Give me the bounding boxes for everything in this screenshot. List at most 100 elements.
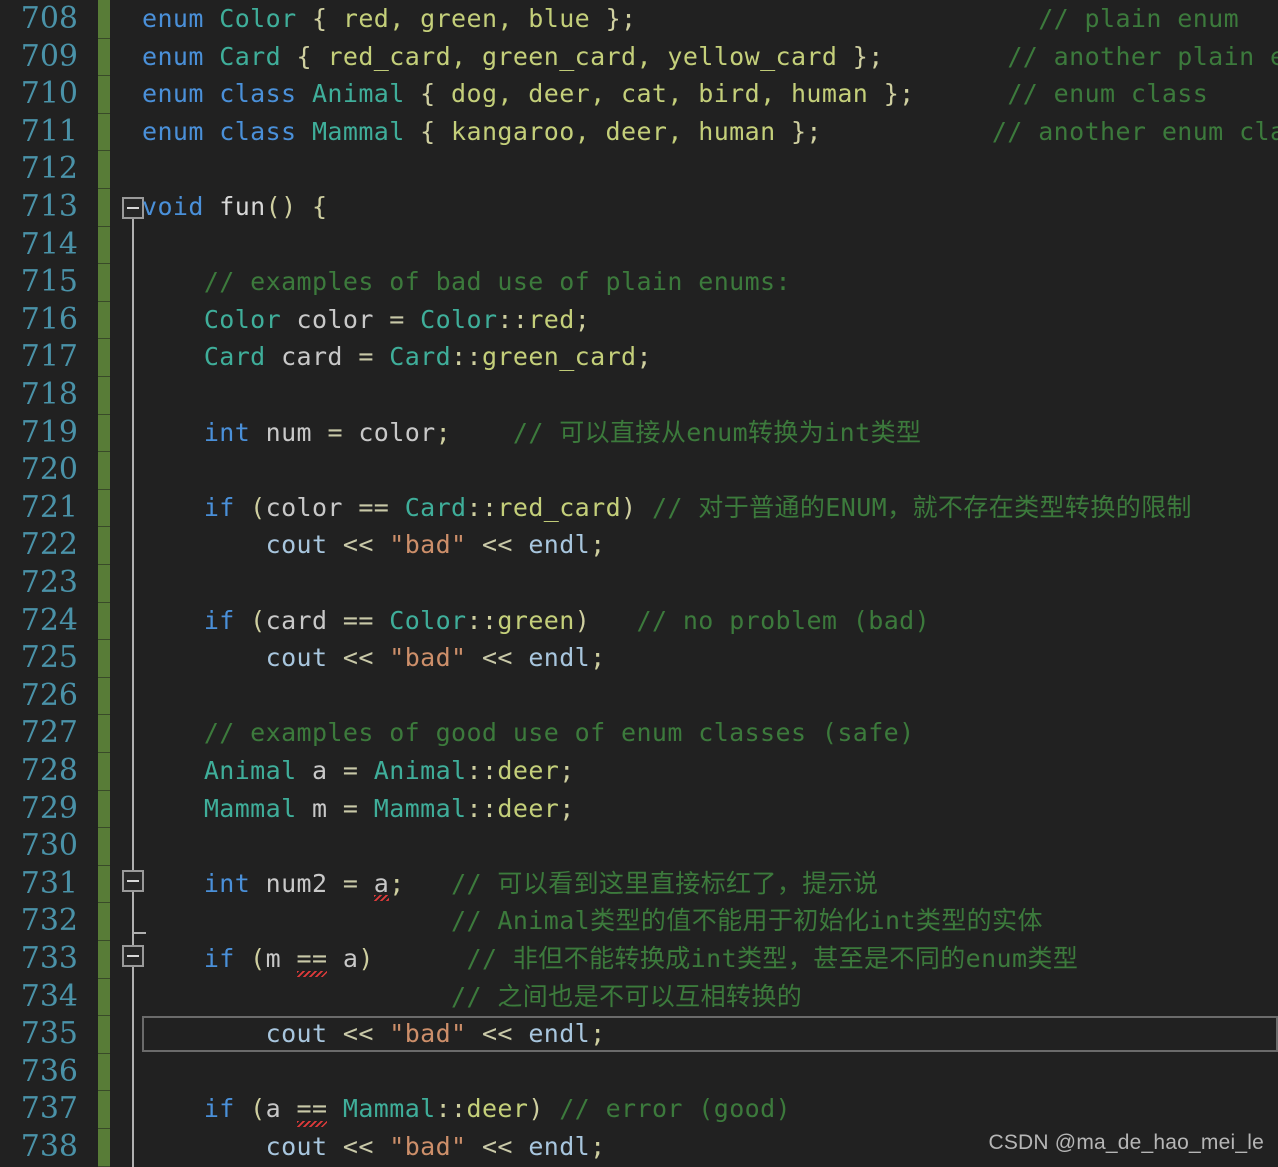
code-text[interactable]: // examples of good use of enum classes … bbox=[142, 714, 915, 752]
code-text[interactable]: enum Card { red_card, green_card, yellow… bbox=[142, 38, 1278, 76]
code-text[interactable]: cout << "bad" << endl; bbox=[142, 526, 606, 564]
code-token: = bbox=[358, 342, 390, 372]
line-number: 708 bbox=[20, 1, 78, 36]
code-token: // Animal类型的值不能用于初始化int类型的实体 bbox=[451, 906, 1043, 936]
code-token: << bbox=[342, 530, 390, 560]
code-line[interactable]: 725 cout << "bad" << endl; bbox=[0, 639, 1278, 677]
code-token: << bbox=[481, 1132, 529, 1161]
code-line[interactable]: 716 Color color = Color::red; bbox=[0, 301, 1278, 339]
line-number: 721 bbox=[20, 489, 78, 525]
code-token: :: bbox=[466, 756, 498, 785]
code-line[interactable]: 709 enum Card { red_card, green_card, yel… bbox=[0, 38, 1278, 76]
code-token: cout bbox=[265, 643, 343, 673]
code-line[interactable]: 710 enum class Animal { dog, deer, cat, b… bbox=[0, 75, 1278, 113]
code-text[interactable]: // Animal类型的值不能用于初始化int类型的实体 bbox=[142, 902, 1043, 940]
code-line[interactable]: 726 bbox=[0, 677, 1278, 715]
code-token: Card bbox=[404, 492, 467, 522]
line-number: 728 bbox=[20, 753, 78, 788]
code-token: dog, deer, cat, bird, human bbox=[451, 79, 884, 109]
code-line[interactable]: 708 enum Color { red, green, blue }; // p… bbox=[0, 0, 1278, 38]
code-line[interactable]: 723 bbox=[0, 564, 1278, 602]
line-number: 714 bbox=[20, 226, 78, 262]
code-token: = bbox=[327, 417, 359, 447]
code-line[interactable]: 724 if (card == Color::green) // no prob… bbox=[0, 602, 1278, 640]
code-text[interactable]: if (card == Color::green) // no problem … bbox=[142, 602, 930, 640]
line-number: 723 bbox=[20, 565, 78, 600]
code-line[interactable]: 728 Animal a = Animal::deer; bbox=[0, 752, 1278, 790]
code-line[interactable]: 717 Card card = Card::green_card; bbox=[0, 338, 1278, 376]
code-token: a bbox=[327, 944, 359, 973]
code-text[interactable]: // 之间也是不可以互相转换的 bbox=[142, 978, 802, 1016]
code-line[interactable]: 714 bbox=[0, 226, 1278, 264]
code-text[interactable]: Card card = Card::green_card; bbox=[142, 338, 652, 376]
code-line[interactable]: 719 int num = color; // 可以直接从enum转换为int类… bbox=[0, 414, 1278, 452]
code-line[interactable]: 713 void fun() { bbox=[0, 188, 1278, 226]
line-number: 719 bbox=[20, 414, 78, 450]
code-text[interactable]: cout << "bad" << endl; bbox=[142, 1128, 606, 1166]
code-line[interactable]: 730 bbox=[0, 827, 1278, 865]
code-text[interactable]: Mammal m = Mammal::deer; bbox=[142, 790, 575, 828]
code-text[interactable]: int num = color; // 可以直接从enum转换为int类型 bbox=[142, 414, 921, 452]
code-text[interactable]: enum Color { red, green, blue }; // plai… bbox=[142, 0, 1239, 38]
code-token: = bbox=[342, 793, 374, 823]
code-token: // plain enum bbox=[1038, 4, 1240, 33]
code-text[interactable]: if (a == Mammal::deer) // error (good) bbox=[142, 1090, 791, 1128]
code-line[interactable]: 715 // examples of bad use of plain enum… bbox=[0, 263, 1278, 301]
code-token: // error (good) bbox=[559, 1094, 792, 1124]
code-token: }; bbox=[605, 4, 637, 33]
code-token: ) bbox=[528, 1094, 560, 1124]
code-line[interactable]: 732 // Animal类型的值不能用于初始化int类型的实体 bbox=[0, 902, 1278, 940]
code-token: :: bbox=[451, 342, 482, 372]
code-line[interactable]: 729 Mammal m = Mammal::deer; bbox=[0, 790, 1278, 828]
csdn-watermark: CSDN @ma_de_hao_mei_le bbox=[988, 1131, 1264, 1154]
code-text[interactable]: // examples of bad use of plain enums: bbox=[142, 263, 791, 301]
code-token: ; bbox=[435, 417, 513, 447]
line-number: 713 bbox=[20, 189, 78, 224]
code-token: ; bbox=[636, 342, 652, 372]
code-token: ) bbox=[621, 492, 652, 522]
code-text[interactable]: void fun() { bbox=[142, 188, 327, 226]
code-line[interactable]: 731 int num2 = a; // 可以看到这里直接标红了，提示说 bbox=[0, 865, 1278, 903]
code-token: :: bbox=[466, 793, 498, 823]
code-token: Color bbox=[203, 304, 297, 334]
code-text[interactable]: if (color == Card::red_card) // 对于普通的ENU… bbox=[142, 489, 1192, 527]
code-line[interactable]: 718 bbox=[0, 376, 1278, 414]
code-token: }; bbox=[790, 116, 822, 146]
code-text[interactable]: if (m == a) // 非但不能转换成int类型，甚至是不同的enum类型 bbox=[142, 940, 1078, 978]
code-token: enum class bbox=[142, 79, 312, 109]
code-line[interactable]: 712 bbox=[0, 150, 1278, 188]
code-token: ; bbox=[574, 304, 591, 334]
code-token: { bbox=[296, 41, 328, 71]
code-token: num2 bbox=[265, 868, 343, 898]
code-text[interactable]: cout << "bad" << endl; bbox=[142, 639, 606, 677]
code-token: // examples of good use of enum classes … bbox=[203, 718, 915, 748]
code-token: // another enum class bbox=[991, 116, 1278, 146]
code-line[interactable]: 727 // examples of good use of enum clas… bbox=[0, 714, 1278, 752]
code-line[interactable]: 711 enum class Mammal { kangaroo, deer, h… bbox=[0, 113, 1278, 151]
code-text[interactable]: enum class Animal { dog, deer, cat, bird… bbox=[142, 75, 1208, 113]
code-text[interactable]: Color color = Color::red; bbox=[142, 301, 590, 339]
code-line[interactable]: 720 bbox=[0, 451, 1278, 489]
code-line[interactable]: 735 cout << "bad" << endl; bbox=[0, 1015, 1278, 1053]
code-text[interactable]: Animal a = Animal::deer; bbox=[142, 752, 575, 790]
code-editor[interactable]: 708 enum Color { red, green, blue }; // p… bbox=[0, 0, 1278, 1167]
code-token: a bbox=[265, 1094, 297, 1124]
code-text[interactable]: int num2 = a; // 可以看到这里直接标红了，提示说 bbox=[142, 865, 878, 903]
code-text[interactable]: cout << "bad" << endl; bbox=[142, 1015, 606, 1053]
code-line[interactable]: 734 // 之间也是不可以互相转换的 bbox=[0, 978, 1278, 1016]
line-number: 732 bbox=[20, 903, 78, 939]
code-line[interactable]: 721 if (color == Card::red_card) // 对于普通… bbox=[0, 489, 1278, 527]
line-number: 716 bbox=[20, 301, 78, 337]
line-number: 734 bbox=[20, 978, 78, 1014]
error-token: a bbox=[373, 865, 390, 903]
code-line[interactable]: 722 cout << "bad" << endl; bbox=[0, 526, 1278, 564]
code-line[interactable]: 736 bbox=[0, 1053, 1278, 1091]
code-line[interactable]: 733 if (m == a) // 非但不能转换成int类型，甚至是不同的en… bbox=[0, 940, 1278, 978]
code-line[interactable]: 737 if (a == Mammal::deer) // error (goo… bbox=[0, 1090, 1278, 1128]
code-text[interactable]: enum class Mammal { kangaroo, deer, huma… bbox=[142, 113, 1278, 151]
